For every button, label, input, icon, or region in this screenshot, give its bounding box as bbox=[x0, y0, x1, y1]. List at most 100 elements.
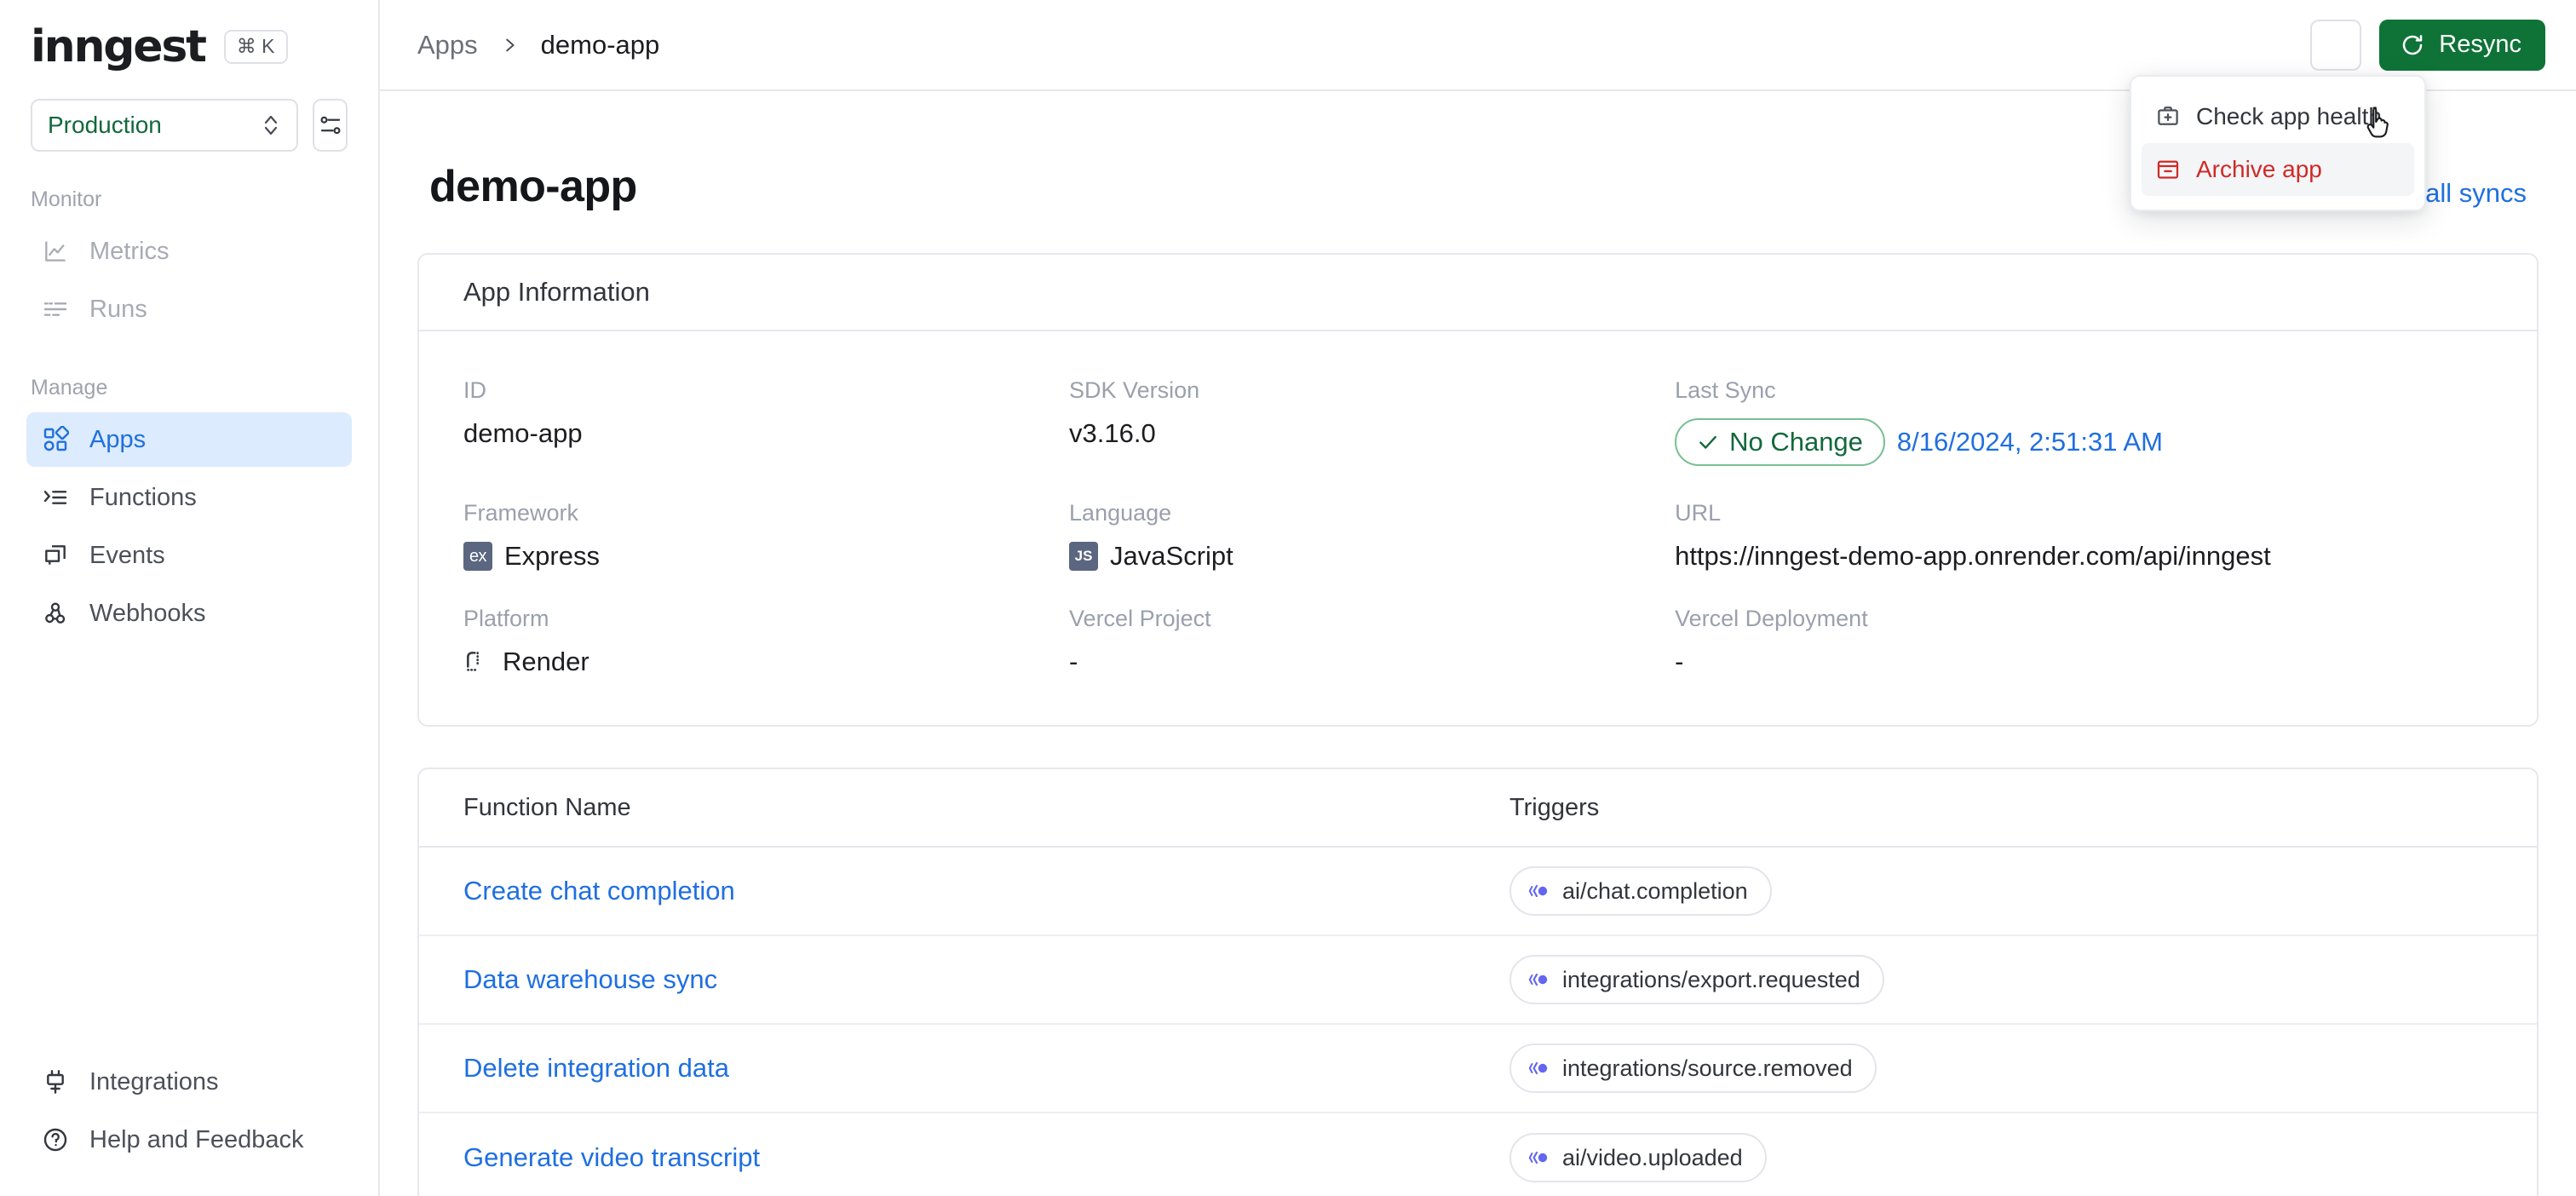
info-value-row: JS JavaScript bbox=[1069, 541, 1675, 572]
sidebar-section-manage-label: Manage bbox=[31, 376, 108, 400]
info-value: Express bbox=[504, 541, 600, 571]
function-link[interactable]: Generate video transcript bbox=[463, 1142, 760, 1172]
info-value: v3.16.0 bbox=[1069, 418, 1156, 448]
info-value: - bbox=[1675, 647, 1684, 676]
resync-label: Resync bbox=[2439, 31, 2521, 58]
sliders-icon bbox=[318, 112, 343, 138]
plug-icon bbox=[41, 1067, 70, 1096]
event-signal-icon bbox=[1528, 883, 1550, 900]
info-value-row: No Change 8/16/2024, 2:51:31 AM bbox=[1675, 418, 2493, 466]
table-row[interactable]: Generate video transcript ai/video.uploa… bbox=[419, 1113, 2537, 1196]
info-value: Render bbox=[503, 647, 589, 676]
environment-select[interactable]: Production bbox=[31, 99, 298, 152]
function-name-cell: Create chat completion bbox=[463, 876, 1509, 906]
trigger-badge[interactable]: ai/chat.completion bbox=[1509, 866, 1772, 916]
environment-name: Production bbox=[48, 112, 162, 138]
column-header-triggers: Triggers bbox=[1509, 793, 1600, 821]
question-circle-icon bbox=[41, 1125, 70, 1154]
function-link[interactable]: Delete integration data bbox=[463, 1053, 729, 1083]
breadcrumb-apps[interactable]: Apps bbox=[417, 30, 478, 60]
sidebar-item-help-and-feedback[interactable]: Help and Feedback bbox=[26, 1113, 352, 1167]
sidebar-item-label: Help and Feedback bbox=[89, 1125, 304, 1153]
last-sync-timestamp[interactable]: 8/16/2024, 2:51:31 AM bbox=[1897, 427, 2163, 457]
info-label: Last Sync bbox=[1675, 377, 1776, 403]
table-row[interactable]: Create chat completion ai/chat.completio… bbox=[419, 848, 2537, 936]
sidebar-item-events[interactable]: Events bbox=[26, 528, 352, 583]
refresh-icon bbox=[2400, 32, 2425, 58]
trigger-label: integrations/export.requested bbox=[1562, 966, 1860, 992]
table-row[interactable]: Delete integration data integrations/sou… bbox=[419, 1025, 2537, 1113]
sidebar-item-apps[interactable]: Apps bbox=[26, 412, 352, 467]
info-label: Vercel Deployment bbox=[1675, 606, 1868, 631]
sidebar-item-runs[interactable]: Runs bbox=[26, 282, 352, 336]
trigger-badge[interactable]: integrations/source.removed bbox=[1509, 1044, 1877, 1093]
logo-row: inngest ⌘ K bbox=[31, 22, 348, 72]
first-aid-kit-icon bbox=[2155, 104, 2181, 129]
chevron-right-icon bbox=[500, 32, 519, 58]
info-field-vercel-project: Vercel Project - bbox=[1069, 590, 1675, 691]
menu-item-archive-app[interactable]: Archive app bbox=[2142, 106, 2414, 196]
command-k-shortcut[interactable]: ⌘ K bbox=[223, 29, 288, 65]
trigger-badge[interactable]: ai/video.uploaded bbox=[1509, 1133, 1767, 1182]
topbar-actions: Resync bbox=[2310, 19, 2545, 71]
table-row[interactable]: Data warehouse sync integrations/export.… bbox=[419, 936, 2537, 1025]
sidebar-item-label: Integrations bbox=[89, 1067, 219, 1095]
resync-button[interactable]: Resync bbox=[2379, 19, 2545, 71]
sidebar-item-label: Apps bbox=[89, 425, 147, 453]
page-title: demo-app bbox=[429, 162, 637, 211]
info-label: Platform bbox=[463, 606, 549, 631]
info-label: ID bbox=[463, 377, 486, 403]
chart-line-icon bbox=[41, 237, 70, 266]
status-badge-label: No Change bbox=[1729, 427, 1863, 457]
sidebar-nav-manage: Apps Functions Events Webhooks bbox=[0, 412, 378, 644]
render-logo-icon bbox=[463, 648, 491, 676]
sidebar: inngest ⌘ K Production Monitor Metrics R… bbox=[0, 0, 380, 1196]
function-link[interactable]: Create chat completion bbox=[463, 876, 735, 906]
sidebar-item-label: Webhooks bbox=[89, 599, 206, 627]
check-icon bbox=[1697, 431, 1719, 453]
pointer-hand-cursor bbox=[2363, 105, 2397, 144]
sidebar-item-functions[interactable]: Functions bbox=[26, 470, 352, 525]
inngest-logo[interactable]: inngest bbox=[31, 25, 207, 69]
sidebar-item-metrics[interactable]: Metrics bbox=[26, 224, 352, 279]
sidebar-top: inngest ⌘ K Production bbox=[0, 0, 378, 152]
express-logo-icon: ex bbox=[463, 542, 492, 571]
trigger-label: ai/video.uploaded bbox=[1562, 1144, 1743, 1170]
app-information-grid: ID demo-app SDK Version v3.16.0 Last Syn… bbox=[419, 331, 2537, 725]
app-information-heading: App Information bbox=[419, 255, 2537, 331]
menu-item-label: Archive app bbox=[2196, 156, 2322, 182]
events-stack-icon bbox=[41, 541, 70, 570]
info-field-language: Language JS JavaScript bbox=[1069, 485, 1675, 585]
functions-table-header: Function Name Triggers bbox=[419, 769, 2537, 848]
app-information-card: App Information ID demo-app SDK Version … bbox=[417, 253, 2539, 727]
sidebar-item-label: Metrics bbox=[89, 237, 170, 265]
trigger-label: integrations/source.removed bbox=[1562, 1055, 1853, 1081]
info-value: - bbox=[1069, 647, 1078, 676]
sidebar-nav-monitor: Metrics Runs bbox=[0, 224, 378, 340]
info-label: SDK Version bbox=[1069, 377, 1200, 403]
status-badge: No Change bbox=[1675, 418, 1885, 466]
sidebar-item-label: Events bbox=[89, 541, 165, 569]
sidebar-bottom: Integrations Help and Feedback bbox=[0, 1055, 378, 1196]
info-field-platform: Platform Render bbox=[463, 590, 1069, 691]
function-name-cell: Delete integration data bbox=[463, 1053, 1509, 1084]
info-field-sdk-version: SDK Version v3.16.0 bbox=[1069, 362, 1675, 480]
breadcrumb-current[interactable]: demo-app bbox=[541, 30, 660, 60]
app-root: inngest ⌘ K Production Monitor Metrics R… bbox=[0, 0, 2576, 1196]
event-signal-icon bbox=[1528, 1060, 1550, 1077]
sidebar-item-webhooks[interactable]: Webhooks bbox=[26, 586, 352, 641]
functions-icon bbox=[41, 483, 70, 512]
more-options-button[interactable] bbox=[2310, 19, 2362, 71]
column-header-function-name: Function Name bbox=[463, 793, 631, 821]
environment-filter-button[interactable] bbox=[313, 99, 348, 152]
function-link[interactable]: Data warehouse sync bbox=[463, 964, 717, 994]
info-label: Language bbox=[1069, 500, 1172, 526]
info-label: Vercel Project bbox=[1069, 606, 1211, 631]
info-value: JavaScript bbox=[1110, 541, 1233, 571]
trigger-badge[interactable]: integrations/export.requested bbox=[1509, 955, 1884, 1004]
sidebar-item-integrations[interactable]: Integrations bbox=[26, 1055, 352, 1109]
environment-row: Production bbox=[31, 99, 348, 152]
trigger-label: ai/chat.completion bbox=[1562, 877, 1748, 904]
info-label: URL bbox=[1675, 500, 1722, 526]
